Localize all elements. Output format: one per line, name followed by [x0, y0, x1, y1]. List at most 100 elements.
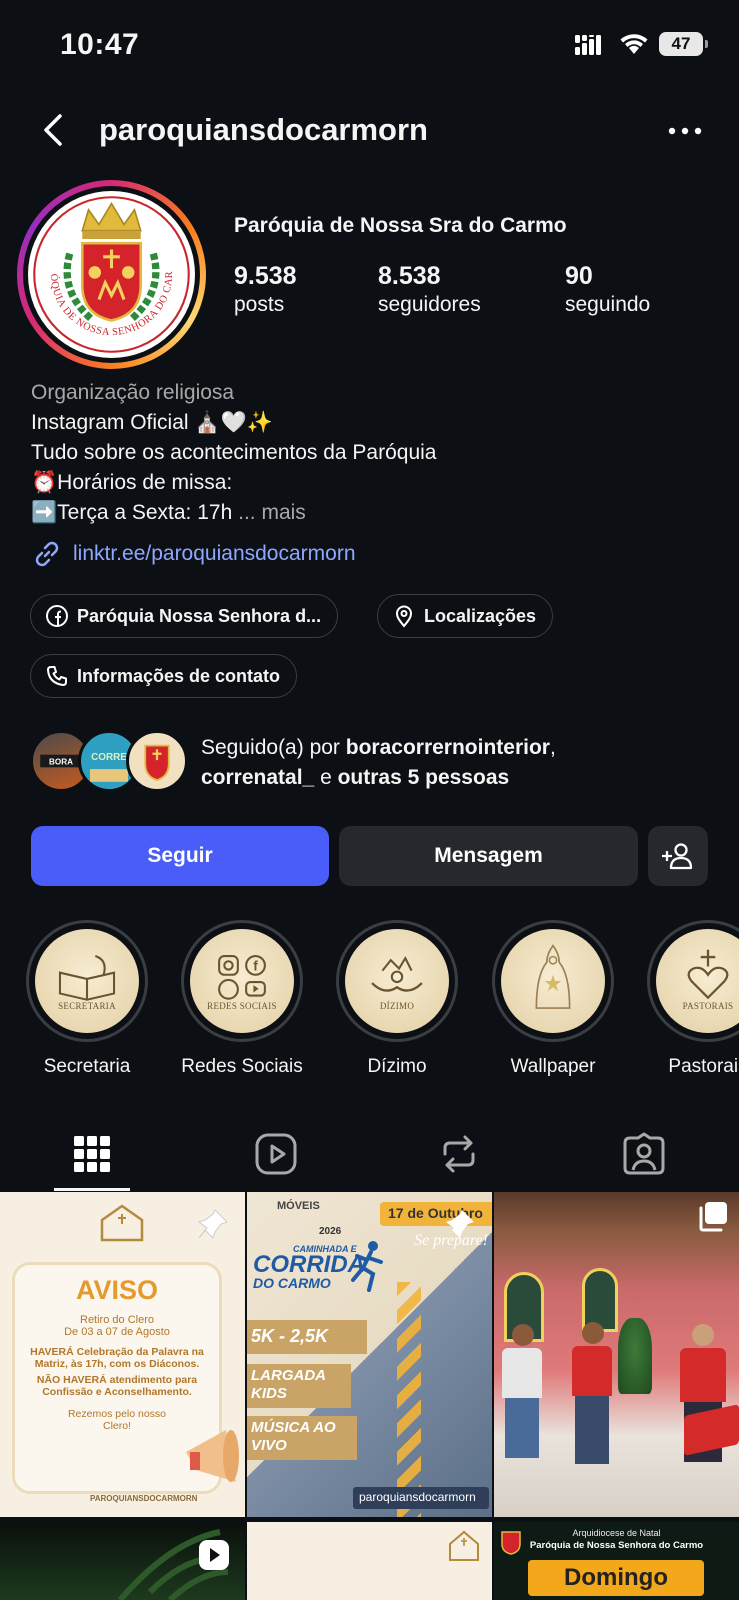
aviso-line: Rezemos pelo nosso Clero!: [67, 1408, 167, 1432]
chip-label: Paróquia Nossa Senhora d...: [77, 605, 322, 626]
stat-following[interactable]: 90 seguindo: [565, 262, 650, 317]
stat-followers[interactable]: 8.538 seguidores: [378, 262, 481, 317]
corrida-stripes: [397, 1282, 421, 1517]
highlight-pastorais[interactable]: PASTORAIS Pastorais: [647, 920, 739, 1078]
stat-value: 8.538: [378, 262, 441, 290]
stat-label: seguidores: [378, 293, 481, 316]
bio-line: ⏰Horários de missa:: [31, 471, 233, 494]
followed-by-others: outras 5 pessoas: [337, 766, 510, 789]
profile-topbar: paroquiansdocarmorn: [0, 100, 739, 164]
domingo-header-line: Arquidiocese de Natal: [572, 1528, 661, 1538]
chip-label: Localizações: [424, 605, 537, 626]
facebook-page-chip[interactable]: Paróquia Nossa Senhora d...: [30, 594, 339, 638]
svg-text:f: f: [253, 959, 258, 974]
location-pin-icon: [395, 605, 413, 628]
followed-by-user: correnatal_: [201, 766, 315, 789]
tagged-person-icon: [623, 1132, 665, 1175]
more-options-icon[interactable]: [665, 114, 705, 148]
followed-by-text: Seguido(a) por boracorrernointerior, cor…: [201, 733, 556, 793]
bio-line: Tudo sobre os acontecimentos da Paróquia: [31, 441, 437, 464]
message-button[interactable]: Mensagem: [339, 826, 638, 886]
followed-by-user: boracorrernointerior: [345, 736, 550, 759]
book-quill-icon: [58, 955, 116, 1001]
locations-chip[interactable]: Localizações: [377, 594, 554, 638]
carousel-icon: [699, 1202, 727, 1232]
svg-text:CORRE: CORRE: [91, 752, 127, 763]
post-tile-reel[interactable]: [0, 1522, 245, 1600]
highlight-label: Secretaria: [43, 1056, 131, 1077]
madonna-outline-icon: [535, 944, 571, 1009]
highlight-redes-sociais[interactable]: f REDES SOCIAIS Redes Sociais: [181, 920, 303, 1078]
tab-reels[interactable]: [250, 1128, 302, 1180]
contact-info-chip[interactable]: Informações de contato: [30, 654, 298, 698]
status-bar: 10:47 47: [0, 0, 739, 90]
active-tab-indicator: [54, 1188, 130, 1191]
stat-posts[interactable]: 9.538 posts: [234, 262, 297, 317]
followed-by-middle: e: [314, 766, 338, 789]
add-user-icon: [662, 843, 693, 870]
profile-avatar-ring[interactable]: PARÓQUIA DE NOSSA SENHORA DO CARMO: [17, 180, 206, 369]
profile-link[interactable]: linktr.ee/paroquiansdocarmorn: [31, 538, 356, 570]
highlight-wallpaper[interactable]: Wallpaper: [492, 920, 614, 1078]
profile-link-text: linktr.ee/paroquiansdocarmorn: [73, 542, 356, 565]
phone-icon: [47, 666, 67, 686]
profile-content-tabs: [0, 1120, 739, 1192]
highlight-label: Dízimo: [367, 1056, 427, 1077]
grid-icon: [74, 1136, 110, 1172]
tab-posts-grid[interactable]: [66, 1128, 118, 1180]
wifi-icon: [620, 34, 648, 54]
megaphone-icon: [186, 1430, 239, 1482]
profile-category: Organização religiosa: [31, 381, 235, 404]
corrida-brand: MÓVEIS: [277, 1200, 320, 1212]
battery-indicator: 47: [659, 32, 708, 56]
runner-icon: [351, 1241, 383, 1292]
domingo-banner: Domingo: [528, 1560, 704, 1596]
social-media-icons: f: [218, 955, 266, 1000]
tab-reposts[interactable]: [433, 1128, 485, 1180]
bio-more-link[interactable]: ... mais: [238, 501, 306, 524]
corrida-bar-text: MÚSICA AO VIVO: [251, 1419, 336, 1454]
corrida-handle-bar: paroquiansdocarmorn: [353, 1487, 489, 1509]
follow-button[interactable]: Seguir: [31, 826, 329, 886]
post-tile-domingo[interactable]: Arquidiocese de Natal Paróquia de Nossa …: [494, 1522, 739, 1600]
corrida-handle: paroquiansdocarmorn: [359, 1490, 476, 1504]
sacred-heart-icon: [687, 949, 729, 1000]
post-tile-aviso[interactable]: AVISO Retiro do Clero De 03 a 07 de Agos…: [0, 1192, 245, 1517]
reels-play-icon: [255, 1133, 297, 1175]
followed-by-section[interactable]: BORA CORRE Seguido(a) por boracorrernoin…: [30, 730, 710, 796]
followed-by-prefix: Seguido(a) por: [201, 736, 346, 759]
bio-line-last: ➡️Terça a Sexta: 17h ... mais: [31, 498, 436, 528]
reel-icon: [199, 1540, 229, 1570]
pinned-icon: [197, 1209, 228, 1239]
status-time: 10:47: [60, 28, 140, 61]
cellular-signal-icon: [575, 35, 601, 55]
highlight-caption: REDES SOCIAIS: [207, 1001, 277, 1011]
post-tile-corrida[interactable]: MÓVEIS 2026 17 de Outubro Se prepare! CA…: [247, 1192, 492, 1517]
tab-tagged[interactable]: [618, 1128, 670, 1180]
post-tile-photo[interactable]: [494, 1192, 739, 1517]
aviso-handle: PAROQUIANSDOCARMORN: [90, 1494, 198, 1503]
post-tile-church[interactable]: [247, 1522, 492, 1600]
profile-username: paroquiansdocarmorn: [99, 112, 428, 147]
profile-bio: Organização religiosa Instagram Oficial …: [31, 378, 436, 528]
chip-label: Informações de contato: [77, 665, 281, 686]
bio-line: ➡️Terça a Sexta: 17h: [31, 501, 233, 524]
stat-label: seguindo: [565, 293, 651, 316]
corrida-year: 2026: [319, 1226, 342, 1237]
back-arrow-icon[interactable]: [36, 110, 76, 150]
link-icon: [35, 541, 59, 567]
highlight-secretaria[interactable]: SECRETARIA Secretaria: [26, 920, 148, 1078]
repost-icon: [443, 1135, 475, 1173]
stat-value: 90: [565, 262, 593, 290]
highlight-dizimo[interactable]: DÍZIMO Dízimo: [336, 920, 458, 1078]
highlight-caption: PASTORAIS: [682, 1001, 734, 1011]
corrida-bar-text: LARGADA KIDS: [251, 1367, 326, 1402]
photo-person: [572, 1322, 616, 1472]
parish-logo: PARÓQUIA DE NOSSA SENHORA DO CARMO: [28, 191, 195, 358]
stat-label: posts: [234, 293, 285, 316]
suggested-accounts-button[interactable]: [648, 826, 708, 886]
stat-value: 9.538: [234, 262, 297, 290]
church-logo-icon: [100, 1204, 144, 1242]
follower-avatar: [126, 730, 188, 792]
parish-shield-icon: [501, 1531, 521, 1555]
